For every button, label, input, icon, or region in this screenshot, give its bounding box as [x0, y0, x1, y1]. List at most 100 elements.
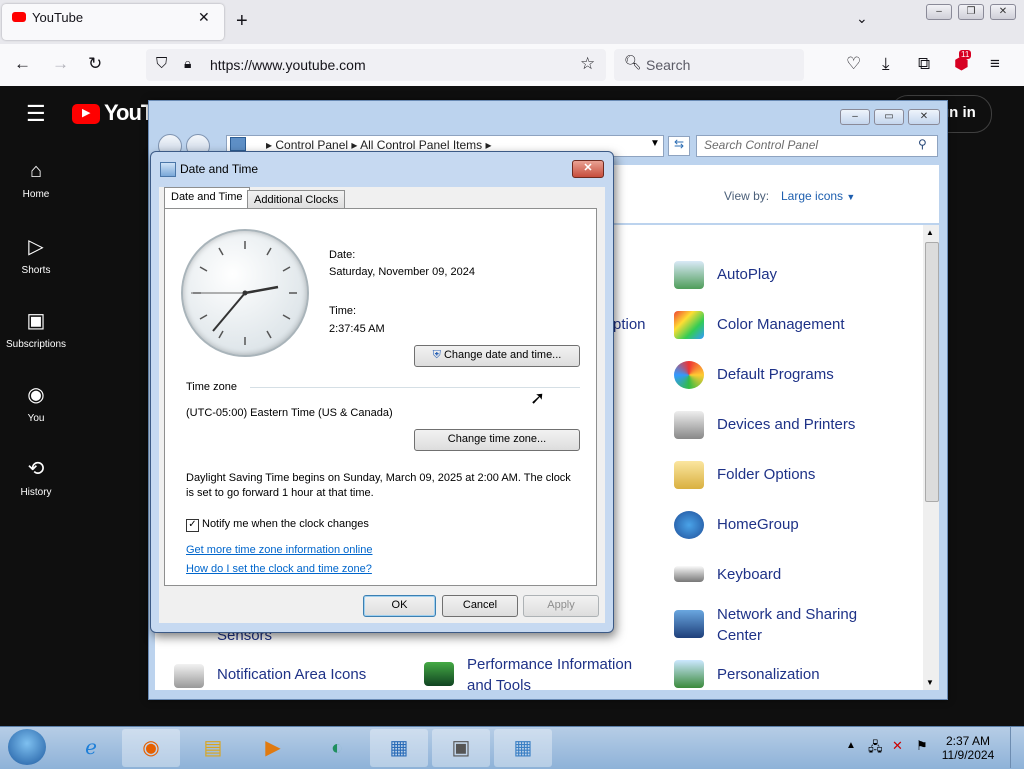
- change-date-time-button[interactable]: ⛨ Change date and time...: [414, 345, 580, 367]
- dialog-close-button[interactable]: ✕: [572, 160, 604, 178]
- date-time-taskbar-icon[interactable]: ▦: [494, 729, 552, 767]
- program-icon[interactable]: ▣: [432, 729, 490, 767]
- personalization-icon[interactable]: [674, 660, 704, 688]
- refresh-icon[interactable]: ⇆: [668, 136, 690, 156]
- search-icon: 🔍︎: [624, 54, 642, 70]
- search-icon[interactable]: ⚲: [918, 137, 927, 151]
- autoplay-icon[interactable]: [674, 261, 704, 289]
- reload-icon[interactable]: ↻: [88, 54, 102, 74]
- back-icon[interactable]: ←: [14, 54, 31, 74]
- view-by-value: Large icons: [781, 189, 844, 203]
- sidebar-item-home[interactable]: ⌂ Home: [0, 160, 72, 200]
- home-icon: ⌂: [29, 160, 43, 182]
- sidebar-item-label: Home: [22, 189, 50, 200]
- scrollbar-thumb[interactable]: [925, 242, 939, 502]
- timezone-value: (UTC-05:00) Eastern Time (US & Canada): [186, 407, 393, 419]
- restore-button[interactable]: ❐: [958, 4, 984, 20]
- date-value: Saturday, November 09, 2024: [329, 266, 475, 278]
- clock-hands-icon: [191, 241, 297, 345]
- notify-label[interactable]: Notify me when the clock changes: [202, 518, 369, 530]
- cp-minimize-button[interactable]: –: [840, 109, 870, 125]
- downloads-icon[interactable]: ⤓: [882, 54, 890, 74]
- extensions-icon[interactable]: ⧉: [918, 54, 930, 74]
- cp-item-partial[interactable]: ption: [613, 314, 646, 335]
- hamburger-menu-icon[interactable]: ☰: [26, 101, 46, 127]
- cp-maximize-button[interactable]: ▭: [874, 109, 904, 125]
- network-icon[interactable]: 🖧︎: [868, 738, 883, 760]
- ok-button[interactable]: OK: [363, 595, 436, 617]
- notification-area-icon[interactable]: [174, 664, 204, 688]
- tab-date-and-time[interactable]: Date and Time: [164, 187, 250, 209]
- cp-item-keyboard[interactable]: Keyboard: [717, 564, 781, 585]
- clock-help-link[interactable]: How do I set the clock and time zone?: [186, 563, 372, 575]
- start-button[interactable]: [8, 729, 46, 765]
- color-management-icon[interactable]: [674, 311, 704, 339]
- change-timezone-button[interactable]: Change time zone...: [414, 429, 580, 451]
- apply-button[interactable]: Apply: [523, 595, 599, 617]
- time-value: 2:37:45 AM: [329, 323, 385, 335]
- cp-item-folder-options[interactable]: Folder Options: [717, 464, 815, 485]
- sidebar-item-label: You: [27, 413, 45, 424]
- show-hidden-icons-icon[interactable]: ▲: [846, 740, 856, 751]
- url-text[interactable]: https://www.youtube.com: [210, 57, 366, 73]
- timezone-info-link[interactable]: Get more time zone information online: [186, 544, 372, 556]
- new-tab-icon[interactable]: +: [236, 10, 248, 33]
- cp-item-homegroup[interactable]: HomeGroup: [717, 514, 799, 535]
- cp-item-personalization[interactable]: Personalization: [717, 664, 820, 685]
- firefox-icon[interactable]: ◉: [122, 729, 180, 767]
- change-date-time-label: Change date and time...: [443, 349, 562, 361]
- performance-icon[interactable]: [424, 662, 454, 686]
- forward-icon[interactable]: →: [52, 54, 69, 74]
- cp-item-color-management[interactable]: Color Management: [717, 314, 845, 335]
- scroll-down-icon[interactable]: ▼: [926, 678, 934, 687]
- cancel-button[interactable]: Cancel: [442, 595, 518, 617]
- tab-close-icon[interactable]: ✕: [198, 9, 210, 26]
- sidebar-item-label: History: [20, 487, 52, 498]
- breadcrumb-control-panel[interactable]: Control Panel: [275, 138, 348, 152]
- show-desktop-button[interactable]: [1010, 727, 1024, 768]
- default-programs-icon[interactable]: [674, 361, 704, 389]
- search-bar[interactable]: [614, 49, 804, 81]
- sidebar-item-history[interactable]: ⟲ History: [0, 456, 72, 498]
- cp-item-notification-area[interactable]: Notification Area Icons: [217, 664, 366, 685]
- cp-item-devices-printers[interactable]: Devices and Printers: [717, 414, 855, 435]
- action-center-flag-icon[interactable]: ⚑: [916, 738, 928, 754]
- cp-item-autoplay[interactable]: AutoPlay: [717, 264, 777, 285]
- cp-close-button[interactable]: ✕: [908, 109, 940, 125]
- search-input[interactable]: Search: [646, 57, 690, 73]
- sidebar-item-shorts[interactable]: ▷ Shorts: [0, 234, 72, 276]
- view-by-dropdown[interactable]: Large icons ▼: [781, 189, 855, 203]
- keyboard-icon[interactable]: [674, 566, 704, 582]
- sidebar-item-you[interactable]: ◉ You: [0, 382, 72, 424]
- breadcrumb-all-items[interactable]: All Control Panel Items: [360, 138, 482, 152]
- tray-date: 11/9/2024: [941, 748, 995, 762]
- address-dropdown-icon[interactable]: ▼: [650, 138, 660, 149]
- control-panel-taskbar-icon[interactable]: ▦: [370, 729, 428, 767]
- menu-icon[interactable]: ≡: [990, 54, 1000, 74]
- app-icon[interactable]: ◐: [308, 729, 366, 767]
- pocket-icon[interactable]: ♡: [846, 54, 861, 74]
- homegroup-icon[interactable]: [674, 511, 704, 539]
- tray-clock[interactable]: 2:37 AM 11/9/2024: [940, 734, 996, 762]
- tab-additional-clocks[interactable]: Additional Clocks: [247, 190, 346, 210]
- network-sharing-icon[interactable]: [674, 610, 704, 638]
- close-window-button[interactable]: ✕: [990, 4, 1016, 20]
- file-explorer-icon[interactable]: ▤: [184, 729, 242, 767]
- cp-item-network-sharing[interactable]: Network and Sharing Center: [717, 604, 887, 646]
- breadcrumb[interactable]: ▸ Control Panel ▸ All Control Panel Item…: [266, 138, 492, 152]
- chevron-down-icon[interactable]: ⌄: [856, 10, 868, 27]
- sidebar-item-subscriptions[interactable]: ▣ Subscriptions: [0, 308, 72, 350]
- internet-explorer-icon[interactable]: ℯ: [62, 729, 120, 767]
- folder-options-icon[interactable]: [674, 461, 704, 489]
- media-player-icon[interactable]: ▶: [244, 729, 302, 767]
- cp-item-default-programs[interactable]: Default Programs: [717, 364, 834, 385]
- cp-item-performance[interactable]: Performance Information and Tools: [467, 654, 657, 696]
- shield-icon[interactable]: ⛉: [156, 55, 167, 72]
- minimize-button[interactable]: –: [926, 4, 952, 20]
- devices-printers-icon[interactable]: [674, 411, 704, 439]
- lock-icon[interactable]: 🔒︎: [184, 55, 191, 72]
- bookmark-star-icon[interactable]: ☆: [580, 54, 595, 74]
- scroll-up-icon[interactable]: ▲: [926, 228, 934, 237]
- notify-checkbox[interactable]: ✓: [186, 519, 199, 532]
- volume-muted-icon[interactable]: ✕: [892, 738, 903, 754]
